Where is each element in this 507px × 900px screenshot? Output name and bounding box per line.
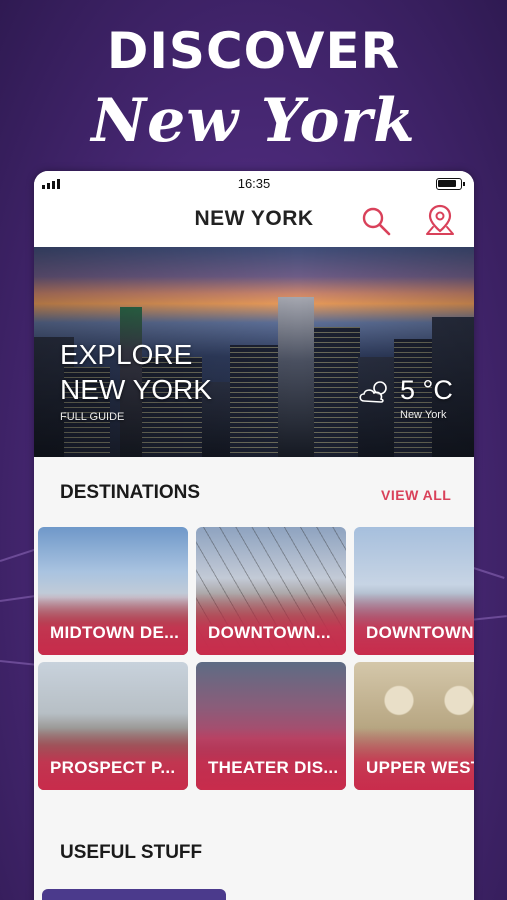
hero-title-line2: NEW YORK [60,374,212,405]
nav-bar: NEW YORK [34,195,474,247]
hero-guide-label: FULL GUIDE [60,411,125,423]
status-time: 16:35 [237,176,271,191]
hero-title: EXPLORE NEW YORK [60,337,212,407]
destination-label: MIDTOWN DE... [50,623,180,642]
search-icon[interactable] [360,205,392,237]
destination-label: DOWNTOWN [366,623,474,642]
status-bar: 16:35 [34,171,474,195]
destination-card[interactable]: THEATER DIS... [196,662,346,790]
useful-stuff-card[interactable] [42,889,226,900]
destination-label: DOWNTOWN... [208,623,331,642]
phone-screen: 16:35 NEW YORK EXPLORE NEW YORK FULL GUI… [34,171,474,900]
destination-label: THEATER DIS... [208,758,339,777]
promo-title: DISCOVER [106,22,401,80]
view-all-link[interactable]: VIEW ALL [381,487,451,503]
destination-card[interactable]: UPPER WEST [354,662,474,790]
destination-label: UPPER WEST [366,758,474,777]
promo-subtitle: New York [91,86,416,156]
destination-card[interactable]: DOWNTOWN... [196,527,346,655]
destination-card[interactable]: PROSPECT P... [38,662,188,790]
hero-title-line1: EXPLORE [60,339,193,370]
destination-label: PROSPECT P... [50,758,176,777]
map-pin-icon[interactable] [424,203,456,237]
battery-icon [436,178,465,190]
destination-card[interactable]: MIDTOWN DE... [38,527,188,655]
page-title: NEW YORK [194,207,314,230]
temperature-city: New York [400,409,447,421]
destinations-heading: DESTINATIONS [60,482,201,503]
temperature: 5 °C [400,375,453,405]
partly-cloudy-icon [359,381,387,403]
explore-hero-banner[interactable]: EXPLORE NEW YORK FULL GUIDE 5 °C New Yor… [34,247,474,457]
destination-card[interactable]: DOWNTOWN [354,527,474,655]
useful-stuff-heading: USEFUL STUFF [60,842,203,863]
